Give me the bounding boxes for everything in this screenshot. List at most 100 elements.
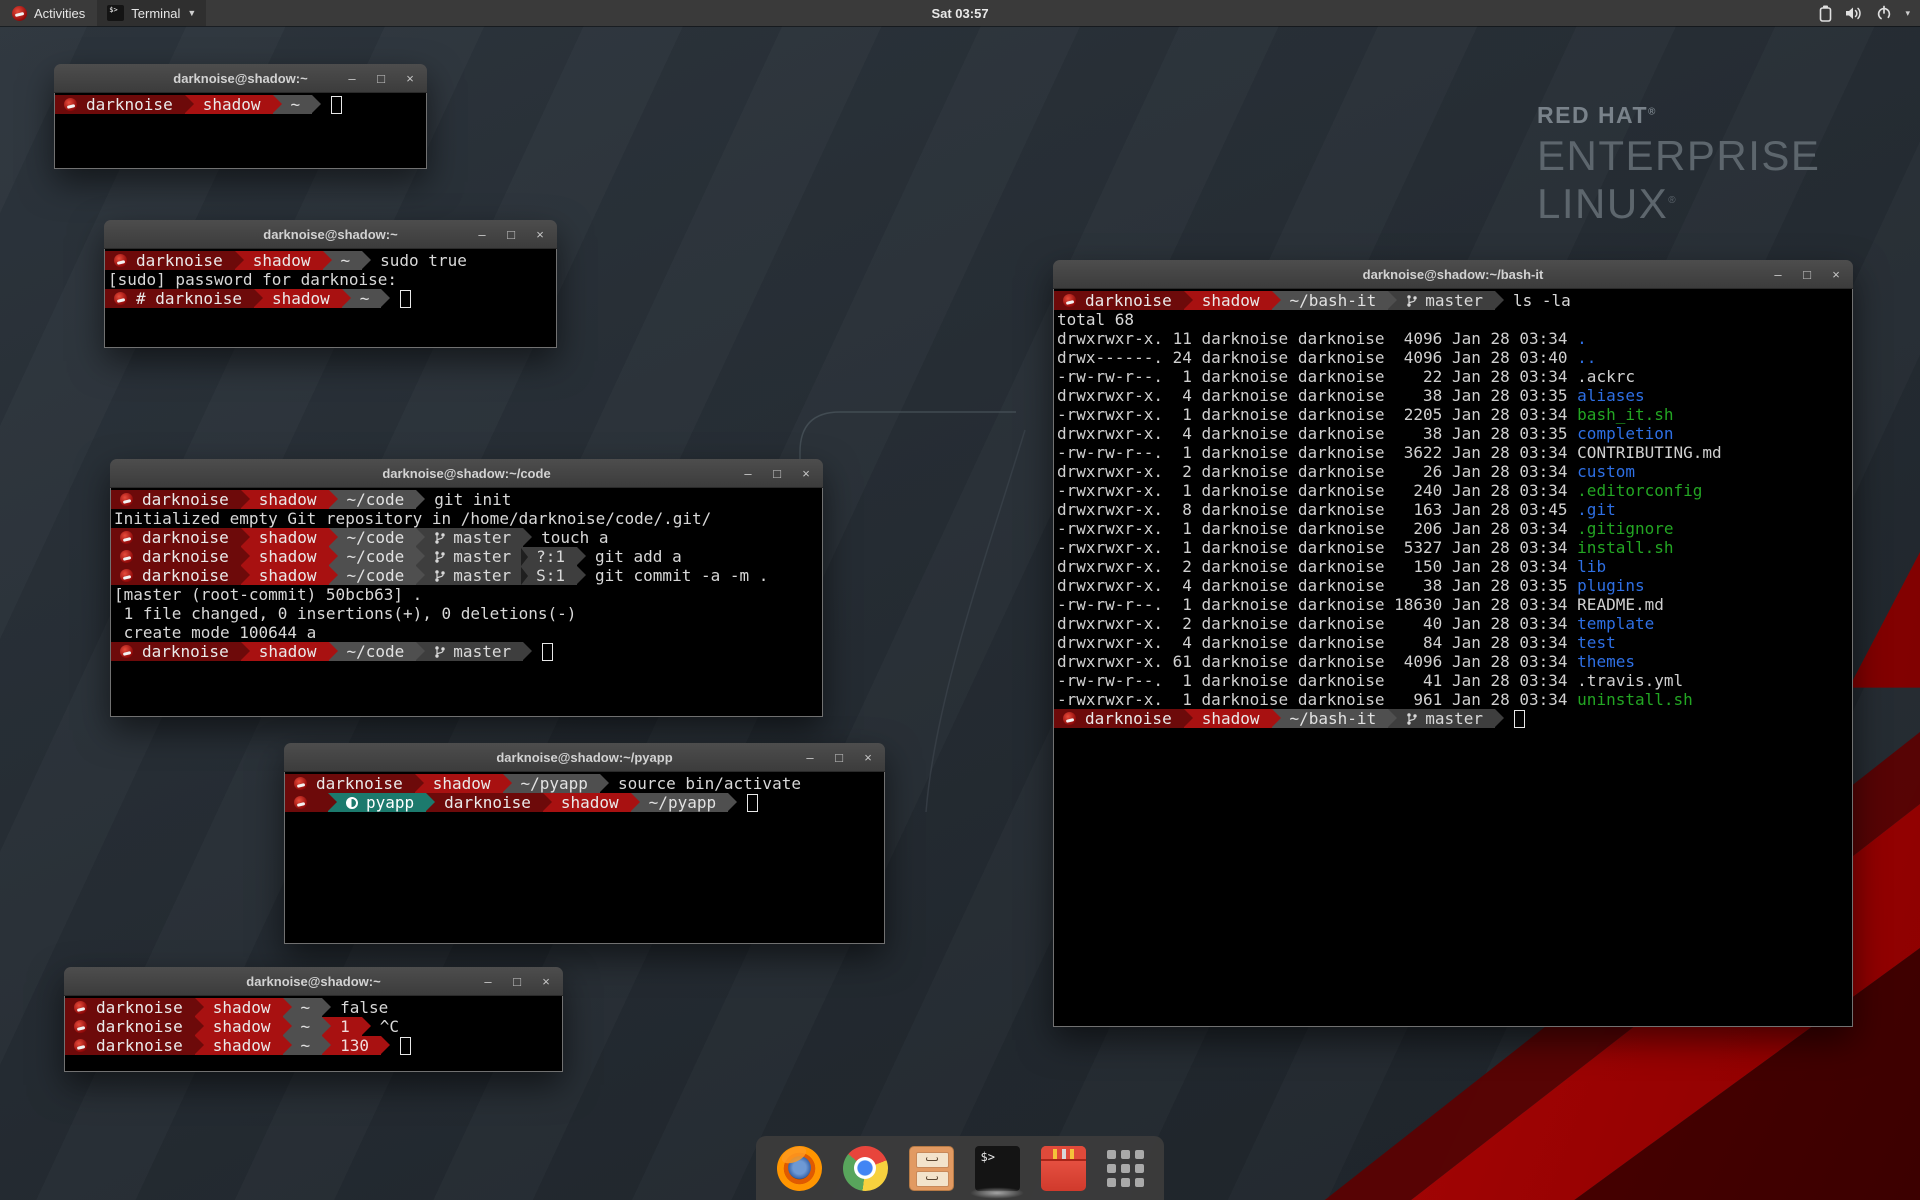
close-button[interactable]: × xyxy=(403,71,417,86)
clock[interactable]: Sat 03:57 xyxy=(931,6,988,21)
terminal-icon: $> xyxy=(107,5,124,21)
maximize-button[interactable]: □ xyxy=(1800,267,1814,282)
terminal-content[interactable]: darknoiseshadow~ xyxy=(54,93,427,169)
powerline-separator xyxy=(235,251,244,270)
powerline-separator xyxy=(631,793,640,812)
app-grid-icon[interactable] xyxy=(1107,1150,1144,1187)
powerline-separator xyxy=(1388,709,1397,728)
terminal-line: Initialized empty Git repository in /hom… xyxy=(111,509,822,528)
close-button[interactable]: × xyxy=(861,750,875,765)
terminal-line: darknoiseshadow~/pyappsource bin/activat… xyxy=(285,774,884,793)
file-name: uninstall.sh xyxy=(1577,690,1693,709)
powerline-separator xyxy=(241,547,250,566)
minimize-button[interactable]: – xyxy=(475,227,489,242)
separator-triangle xyxy=(241,547,250,565)
window-titlebar[interactable]: darknoise@shadow:~/pyapp – □ × xyxy=(284,743,885,772)
file-name: aliases xyxy=(1577,386,1644,405)
maximize-button[interactable]: □ xyxy=(504,227,518,242)
terminal-line: darknoiseshadow~false xyxy=(65,998,562,1017)
terminal-cursor xyxy=(400,290,411,308)
prompt-segment-path: ~/bash-it xyxy=(1281,291,1389,310)
separator-triangle xyxy=(362,251,371,269)
separator-triangle xyxy=(543,793,552,811)
terminal-content[interactable]: darknoiseshadow~/codegit initInitialized… xyxy=(110,488,823,717)
close-button[interactable]: × xyxy=(539,974,553,989)
separator-triangle xyxy=(283,1017,292,1035)
file-name: template xyxy=(1577,614,1654,633)
powerline-separator xyxy=(416,566,425,585)
file-name: test xyxy=(1577,633,1616,652)
terminal-app-icon[interactable]: $> xyxy=(975,1146,1020,1191)
terminal-line: 1 file changed, 0 insertions(+), 0 delet… xyxy=(111,604,822,623)
terminal-line: darknoiseshadow~/codemastertouch a xyxy=(111,528,822,547)
prompt-segment-host: shadow xyxy=(204,1036,283,1055)
close-button[interactable]: × xyxy=(533,227,547,242)
window-title: darknoise@shadow:~/pyapp xyxy=(496,750,672,765)
redhat-prompt-icon xyxy=(120,493,133,506)
terminal-line: drwxrwxr-x. 4 darknoise darknoise 38 Jan… xyxy=(1054,576,1852,595)
minimize-button[interactable]: – xyxy=(741,466,755,481)
separator-triangle xyxy=(342,289,351,307)
window-titlebar[interactable]: darknoise@shadow:~/code – □ × xyxy=(110,459,823,488)
terminal-window-home-1: darknoise@shadow:~ – □ × darknoiseshadow… xyxy=(54,64,427,168)
window-titlebar[interactable]: darknoise@shadow:~ – □ × xyxy=(104,220,557,249)
maximize-button[interactable]: □ xyxy=(832,750,846,765)
prompt-segment-path: ~/code xyxy=(338,566,417,585)
terminal-content[interactable]: darknoiseshadow~sudo true[sudo] password… xyxy=(104,249,557,348)
file-name: . xyxy=(1577,329,1587,348)
dock: $> xyxy=(756,1136,1164,1200)
terminal-line: darknoiseshadow~/codemaster?:1git add a xyxy=(111,547,822,566)
separator-triangle xyxy=(283,1036,292,1054)
desktop: RED HAT® ENTERPRISE LINUX® darknoise@sha… xyxy=(0,0,1920,1200)
powerline-separator xyxy=(1388,291,1397,310)
minimize-button[interactable]: – xyxy=(1771,267,1785,282)
brand-line-enterprise: ENTERPRISE xyxy=(1537,135,1820,177)
minimize-button[interactable]: – xyxy=(803,750,817,765)
toolbox-icon[interactable] xyxy=(1041,1146,1086,1191)
chrome-icon[interactable] xyxy=(843,1146,888,1191)
prompt-segment-user: darknoise xyxy=(111,566,241,585)
minimize-button[interactable]: – xyxy=(481,974,495,989)
powerline-separator xyxy=(381,289,390,308)
separator-triangle xyxy=(322,1017,331,1035)
minimize-button[interactable]: – xyxy=(345,71,359,86)
terminal-line: darknoiseshadow~/codemasterS:1git commit… xyxy=(111,566,822,585)
terminal-cursor xyxy=(400,1037,411,1055)
powerline-separator xyxy=(241,490,250,509)
window-titlebar[interactable]: darknoise@shadow:~ – □ × xyxy=(54,64,427,93)
system-status-area[interactable]: ▾ xyxy=(1819,0,1910,26)
app-menu-terminal[interactable]: $> Terminal ▼ xyxy=(97,0,206,26)
terminal-content[interactable]: darknoiseshadow~falsedarknoiseshadow~1^C… xyxy=(64,996,563,1072)
close-button[interactable]: × xyxy=(1829,267,1843,282)
terminal-line: [master (root-commit) 50bcb63] . xyxy=(111,585,822,604)
command-text: sudo true xyxy=(380,251,467,270)
prompt-segment-user: darknoise xyxy=(111,490,241,509)
file-name: .editorconfig xyxy=(1577,481,1702,500)
close-button[interactable]: × xyxy=(799,466,813,481)
caret-down-icon: ▾ xyxy=(1905,8,1910,19)
terminal-line: -rwxrwxr-x. 1 darknoise darknoise 2205 J… xyxy=(1054,405,1852,424)
terminal-line: -rwxrwxr-x. 1 darknoise darknoise 240 Ja… xyxy=(1054,481,1852,500)
terminal-content[interactable]: darknoiseshadow~/pyappsource bin/activat… xyxy=(284,772,885,944)
powerline-separator xyxy=(273,95,282,114)
redhat-prompt-icon xyxy=(1063,294,1076,307)
prompt-segment-user: darknoise xyxy=(111,528,241,547)
prompt-segment-host: shadow xyxy=(250,547,329,566)
activities-button[interactable]: Activities xyxy=(0,0,97,26)
maximize-button[interactable]: □ xyxy=(770,466,784,481)
firefox-icon[interactable] xyxy=(777,1146,822,1191)
terminal-content[interactable]: darknoiseshadow~/bash-itmasterls -latota… xyxy=(1053,289,1853,1027)
maximize-button[interactable]: □ xyxy=(374,71,388,86)
file-meta: drwxrwxr-x. 11 darknoise darknoise 4096 … xyxy=(1057,329,1577,348)
file-meta: drwx------. 24 darknoise darknoise 4096 … xyxy=(1057,348,1577,367)
powerline-separator xyxy=(329,490,338,509)
maximize-button[interactable]: □ xyxy=(510,974,524,989)
separator-triangle xyxy=(416,490,425,508)
window-titlebar[interactable]: darknoise@shadow:~ – □ × xyxy=(64,967,563,996)
window-titlebar[interactable]: darknoise@shadow:~/bash-it – □ × xyxy=(1053,260,1853,289)
terminal-window-code: darknoise@shadow:~/code – □ × darknoises… xyxy=(110,459,823,716)
power-icon xyxy=(1876,5,1892,21)
terminal-line: drwxrwxr-x. 2 darknoise darknoise 150 Ja… xyxy=(1054,557,1852,576)
file-manager-icon[interactable] xyxy=(909,1146,954,1191)
redhat-icon xyxy=(12,6,27,21)
